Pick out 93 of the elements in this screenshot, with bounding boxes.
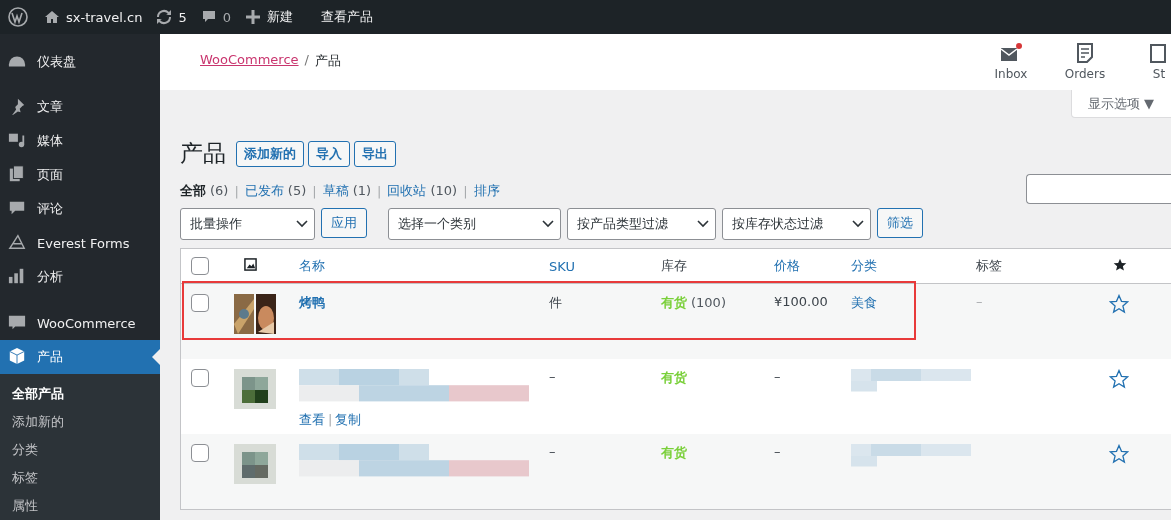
search-field[interactable] (1026, 174, 1171, 204)
submenu-item[interactable]: 属性 (0, 492, 160, 520)
column-header[interactable]: 价格 (766, 257, 843, 275)
sidebar-item[interactable]: 文章 (0, 90, 160, 124)
breadcrumb-separator: / (304, 52, 309, 69)
pages-icon (8, 165, 26, 183)
status-filter-link[interactable]: 排序 (473, 182, 500, 200)
sidebar-item[interactable]: 评论 (0, 192, 160, 226)
sidebar-item[interactable]: 仪表盘 (0, 45, 160, 79)
sidebar-item[interactable]: 分析 (0, 260, 160, 294)
star-icon[interactable] (1109, 444, 1129, 464)
breadcrumb-link[interactable]: WooCommerce (200, 52, 299, 70)
triangle-icon (8, 233, 26, 251)
separator: | (312, 183, 317, 199)
row-checkbox[interactable] (191, 444, 209, 462)
page-title-action[interactable]: 导入 (308, 140, 350, 167)
sku-cell-text: – (548, 368, 557, 386)
sku-cell-text: – (548, 443, 557, 461)
row-action-link[interactable]: 查看 (299, 412, 325, 427)
separator: | (234, 183, 239, 199)
new-link[interactable]: 新建 (266, 8, 293, 26)
site-link[interactable]: sx-travel.cn (66, 9, 143, 25)
filter-dropdown[interactable]: 按产品类型过滤 (567, 208, 716, 240)
chevron-down-icon (852, 220, 864, 228)
column-header[interactable]: SKU (541, 258, 653, 274)
bulk-actions-dropdown[interactable]: 批量操作 (180, 208, 315, 240)
media-icon (8, 131, 26, 149)
submenu-item[interactable]: 全部产品 (0, 380, 160, 408)
page-title-action[interactable]: 添加新的 (236, 140, 304, 167)
status-filter-link[interactable]: 全部 (6) (180, 182, 229, 200)
sidebar-item[interactable]: 页面 (0, 158, 160, 192)
star-icon[interactable] (1113, 257, 1127, 272)
price-cell-text: – (773, 443, 782, 461)
star-icon[interactable] (1109, 294, 1129, 314)
page-title-action[interactable]: 导出 (354, 140, 396, 167)
comment-icon (200, 9, 217, 25)
page-title: 产品 (180, 139, 226, 168)
select-all-checkbox[interactable] (191, 257, 209, 275)
image-icon (244, 258, 257, 271)
submenu-item[interactable]: 分类 (0, 436, 160, 464)
price-cell-text: ¥100.00 (773, 293, 829, 311)
sidebar-item[interactable]: 媒体 (0, 124, 160, 158)
stock-status: 有货 (661, 370, 687, 385)
status-filter-link[interactable]: 草稿 (1) (322, 182, 372, 200)
screen-options-tab[interactable]: 显示选项 ▼ (1070, 90, 1171, 118)
sku-cell-text: 件 (548, 294, 563, 312)
submenu-item[interactable]: 标签 (0, 464, 160, 492)
status-filter-link[interactable]: 已发布 (5) (244, 182, 307, 200)
header-action[interactable]: Orders (1059, 34, 1111, 90)
column-header[interactable]: 名称 (291, 257, 541, 275)
product-name-link[interactable]: 烤鸭 (299, 295, 325, 310)
header-action[interactable]: St (1133, 34, 1171, 90)
row-action-link[interactable]: 复制 (335, 412, 362, 427)
tags-cell-text: – (975, 293, 984, 311)
status-filter-link[interactable]: 回收站 (10) (387, 182, 458, 200)
update-count[interactable]: 5 (178, 9, 187, 25)
row-checkbox[interactable] (191, 294, 209, 312)
chevron-down-icon (697, 220, 709, 228)
stock-count: (100) (691, 295, 726, 310)
separator: | (377, 183, 382, 199)
column-header[interactable]: 分类 (843, 257, 968, 275)
cube-icon (8, 347, 26, 365)
filter-button[interactable]: 筛选 (877, 208, 923, 238)
column-header[interactable]: 库存 (653, 257, 766, 275)
refresh-icon (156, 9, 173, 25)
price-cell-text: – (773, 368, 782, 386)
sidebar-item[interactable]: Everest Forms (0, 226, 160, 260)
speech-bubble-icon (8, 313, 26, 331)
filter-dropdown[interactable]: 按库存状态过滤 (722, 208, 871, 240)
separator: | (463, 183, 468, 199)
wordpress-logo-icon[interactable] (8, 7, 28, 27)
submenu-item[interactable]: 添加新的 (0, 408, 160, 436)
sidebar-item[interactable]: WooCommerce (0, 306, 160, 340)
plus-icon (244, 9, 261, 25)
apply-button[interactable]: 应用 (321, 208, 367, 238)
envelope-icon (999, 43, 1023, 63)
row-checkbox[interactable] (191, 369, 209, 387)
bar-chart-icon (8, 267, 26, 285)
category-link[interactable]: 美食 (851, 295, 877, 310)
chevron-down-icon (542, 220, 554, 228)
home-icon (44, 9, 60, 25)
chevron-down-icon (296, 220, 308, 228)
separator: | (328, 412, 333, 427)
view-products-link[interactable]: 查看产品 (320, 8, 373, 26)
stock-status: 有货 (661, 295, 687, 310)
stock-status: 有货 (661, 445, 687, 460)
comment-count[interactable]: 0 (222, 9, 231, 25)
breadcrumb-current: 产品 (314, 52, 341, 70)
filter-dropdown[interactable]: 选择一个类别 (388, 208, 561, 240)
header-action[interactable]: Inbox (985, 34, 1037, 90)
star-icon[interactable] (1109, 369, 1129, 389)
column-header[interactable]: 标签 (968, 257, 1101, 275)
sidebar-item[interactable]: 产品 (0, 340, 160, 374)
